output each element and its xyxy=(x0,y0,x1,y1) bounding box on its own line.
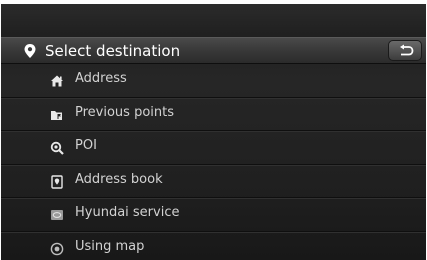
magnifier-pin-icon xyxy=(50,140,64,155)
navigation-screen: Select destination Address Previous poin… xyxy=(1,4,426,260)
back-button[interactable] xyxy=(388,40,422,61)
page-title: Select destination xyxy=(45,42,181,60)
menu-item-label: Address xyxy=(75,71,127,86)
location-pin-icon xyxy=(23,43,37,59)
menu-item-label: Hyundai service xyxy=(75,205,180,220)
menu-item-previous-points[interactable]: Previous points xyxy=(1,98,426,131)
house-icon xyxy=(50,73,64,87)
book-pin-icon xyxy=(50,174,64,189)
map-icon xyxy=(50,241,64,255)
menu-item-poi[interactable]: POI xyxy=(1,131,426,165)
status-bar xyxy=(1,4,426,37)
menu-item-label: Using map xyxy=(75,238,145,254)
header-bar: Select destination xyxy=(1,37,426,64)
menu-item-using-map[interactable]: Using map xyxy=(1,232,426,260)
folder-flag-icon xyxy=(50,107,64,121)
menu-item-address-book[interactable]: Address book xyxy=(1,165,426,198)
service-icon xyxy=(50,207,64,221)
menu-item-label: POI xyxy=(75,138,97,153)
destination-menu: Address Previous points POI Address book… xyxy=(1,64,426,260)
menu-item-hyundai-service[interactable]: Hyundai service xyxy=(1,198,426,232)
return-arrow-icon xyxy=(400,44,414,56)
menu-item-label: Previous points xyxy=(75,104,174,120)
menu-item-address[interactable]: Address xyxy=(1,64,426,98)
menu-item-label: Address book xyxy=(75,171,163,187)
